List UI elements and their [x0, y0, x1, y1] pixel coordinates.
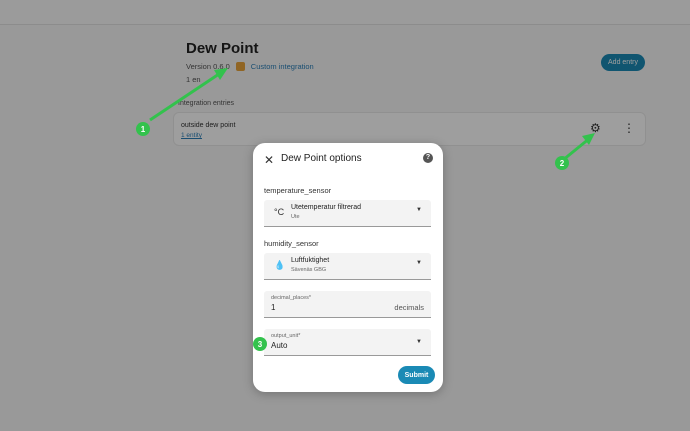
help-icon[interactable]: ? — [423, 153, 433, 163]
temperature-entity-area: Ute — [291, 214, 300, 220]
callout-badge: 1 — [136, 122, 150, 136]
output-unit-select[interactable]: output_unit* Auto ▼ — [264, 329, 431, 356]
decimal-places-value[interactable]: 1 — [271, 303, 275, 312]
chevron-down-icon[interactable]: ▼ — [416, 260, 422, 266]
temperature-entity-name: Utetemperatur filtrerad — [291, 204, 362, 211]
chevron-down-icon[interactable]: ▼ — [416, 339, 422, 345]
decimal-places-label: decimal_places* — [271, 295, 312, 301]
chevron-down-icon[interactable]: ▼ — [416, 207, 422, 213]
humidity-sensor-label: humidity_sensor — [264, 239, 319, 248]
humidity-entity-area: Sävenäs GBG — [291, 267, 327, 273]
humidity-sensor-picker[interactable]: 💧 Luftfuktighet Sävenäs GBG ▼ — [264, 253, 431, 280]
submit-button[interactable]: Submit — [398, 366, 435, 384]
humidity-entity-name: Luftfuktighet — [291, 257, 330, 264]
output-unit-label: output_unit* — [271, 333, 301, 339]
dialog-title: Dew Point options — [281, 153, 362, 164]
output-unit-value: Auto — [271, 341, 288, 350]
decimal-places-field[interactable]: decimal_places* 1 decimals — [264, 291, 431, 318]
water-drop-icon: 💧 — [274, 260, 286, 270]
temperature-icon: °C — [274, 207, 285, 217]
callout-badge: 3 — [253, 337, 267, 351]
options-dialog: ✕ Dew Point options ? temperature_sensor… — [253, 143, 443, 392]
temperature-sensor-picker[interactable]: °C Utetemperatur filtrerad Ute ▼ — [264, 200, 431, 227]
decimal-places-suffix: decimals — [394, 303, 424, 312]
close-icon[interactable]: ✕ — [264, 153, 274, 167]
callout-badge: 2 — [555, 156, 569, 170]
temperature-sensor-label: temperature_sensor — [264, 186, 332, 195]
